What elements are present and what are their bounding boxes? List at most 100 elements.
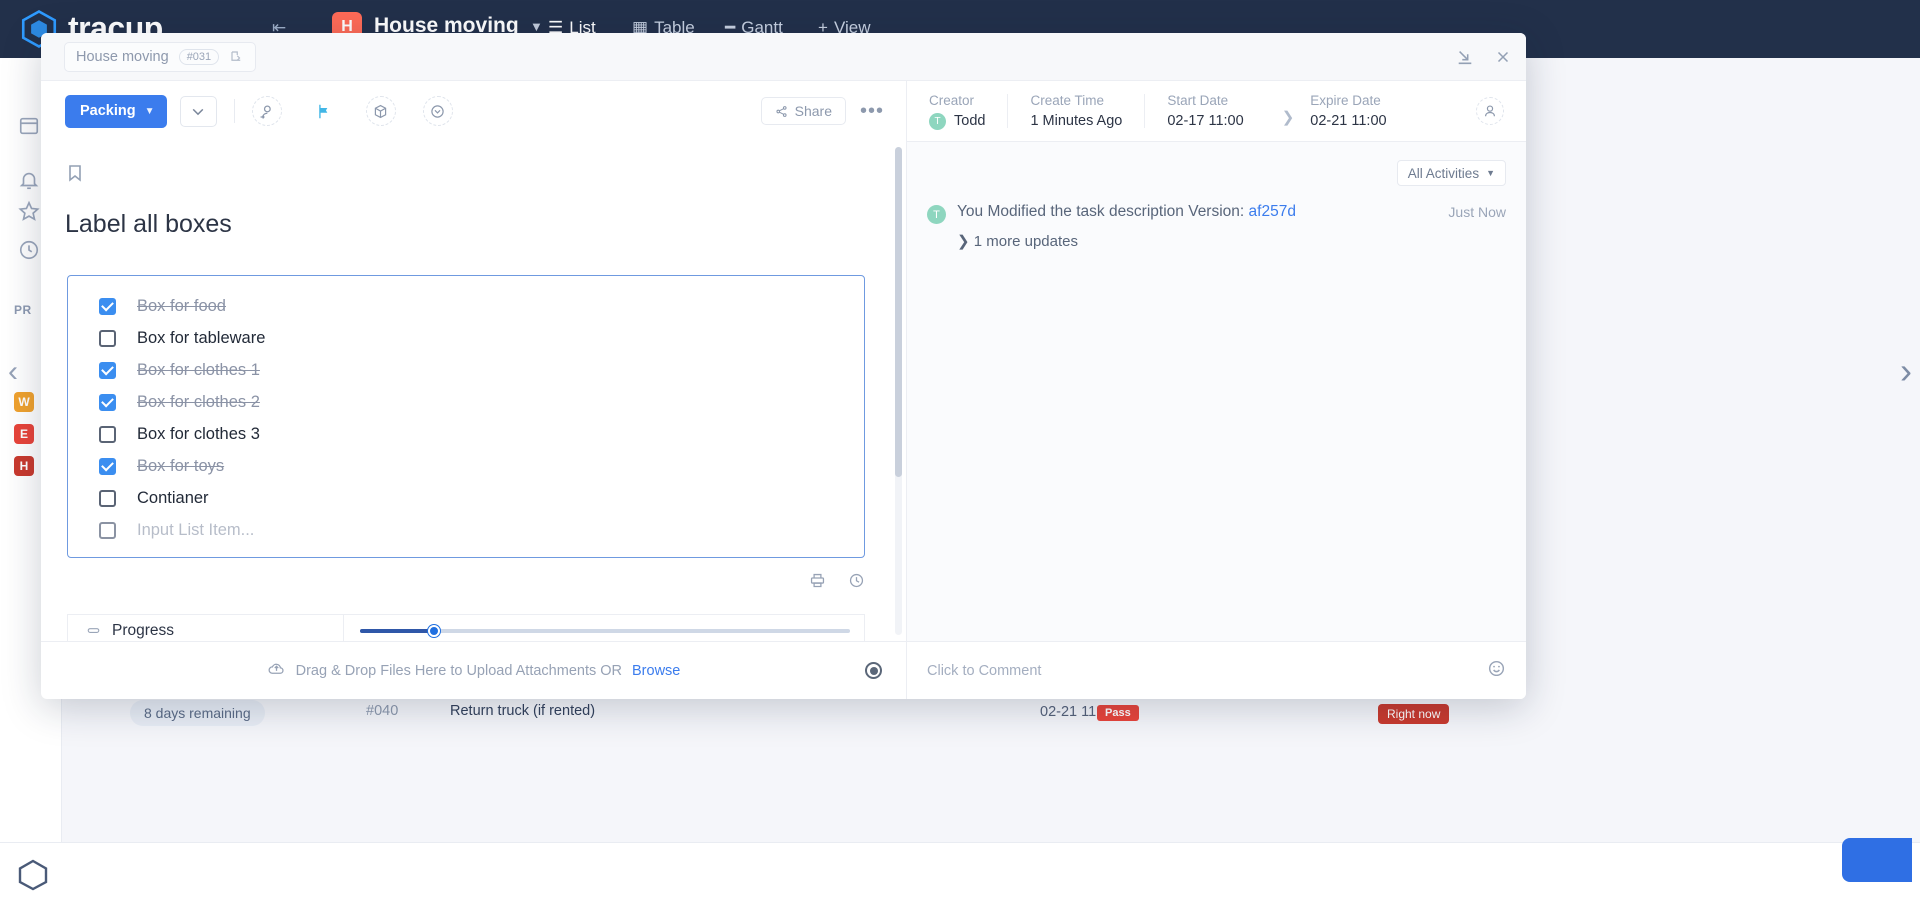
box-icon[interactable] bbox=[366, 96, 396, 126]
activity-timestamp: Just Now bbox=[1448, 204, 1506, 220]
drop-zone[interactable]: Drag & Drop Files Here to Upload Attachm… bbox=[267, 659, 681, 682]
field-value bbox=[344, 615, 866, 641]
checkbox[interactable] bbox=[99, 330, 116, 347]
browse-link[interactable]: Browse bbox=[632, 663, 680, 679]
avatar: T bbox=[927, 205, 946, 224]
task-content-scroll: Label all boxes Box for food Box for tab… bbox=[41, 141, 906, 641]
checklist-item[interactable]: Box for toys bbox=[68, 454, 864, 479]
checklist-item[interactable]: Box for clothes 2 bbox=[68, 390, 864, 415]
status-dropdown[interactable]: Packing ▼ bbox=[65, 95, 167, 128]
checklist-input-placeholder[interactable]: Input List Item... bbox=[137, 521, 254, 540]
activity-version-link[interactable]: af257d bbox=[1249, 203, 1296, 220]
row-title[interactable]: Return truck (if rented) bbox=[450, 703, 595, 719]
activity-more-updates[interactable]: ❯ 1 more updates bbox=[957, 232, 1506, 250]
modal-body: Packing ▼ bbox=[41, 81, 1526, 699]
record-icon[interactable] bbox=[865, 662, 882, 679]
task-content: Label all boxes Box for food Box for tab… bbox=[41, 141, 906, 641]
slider-fill bbox=[360, 629, 434, 633]
checkbox[interactable] bbox=[99, 490, 116, 507]
meta-value: 02-17 11:00 bbox=[1167, 113, 1243, 129]
print-icon[interactable] bbox=[809, 572, 826, 594]
prev-task-arrow[interactable]: ‹ bbox=[8, 355, 18, 389]
activity-pane: Creator T Todd Create Time 1 Minutes Ago… bbox=[907, 81, 1526, 699]
clock-icon[interactable] bbox=[18, 239, 40, 261]
toolbar-divider bbox=[234, 99, 235, 123]
share-label: Share bbox=[795, 103, 832, 119]
checklist-item-label: Box for toys bbox=[137, 457, 224, 476]
breadcrumb-task-id: #031 bbox=[179, 49, 219, 65]
checklist-item[interactable]: Box for food bbox=[68, 294, 864, 319]
meta-value: 1 Minutes Ago bbox=[1030, 113, 1122, 129]
meta-divider bbox=[1144, 94, 1145, 128]
checkbox[interactable] bbox=[99, 362, 116, 379]
drop-text: Drag & Drop Files Here to Upload Attachm… bbox=[296, 663, 622, 679]
checkbox[interactable] bbox=[99, 298, 116, 315]
checklist-item-label: Contianer bbox=[137, 489, 209, 508]
meta-expire-date[interactable]: Expire Date 02-21 11:00 bbox=[1310, 93, 1408, 129]
activity-filter-label: All Activities bbox=[1408, 166, 1479, 181]
checklist-new-item[interactable]: Input List Item... bbox=[68, 518, 864, 543]
checkbox[interactable] bbox=[99, 426, 116, 443]
comment-footer: Click to Comment bbox=[907, 641, 1526, 699]
hexagon-icon[interactable] bbox=[16, 858, 50, 892]
checkbox[interactable] bbox=[99, 522, 116, 539]
mark-complete-button[interactable] bbox=[180, 96, 217, 127]
checklist-item[interactable]: Box for clothes 3 bbox=[68, 422, 864, 447]
modal-header: House moving #031 bbox=[41, 33, 1526, 81]
rail-section-label: PR bbox=[14, 303, 32, 317]
bookmark-icon[interactable] bbox=[65, 163, 884, 188]
more-circle-icon[interactable] bbox=[423, 96, 453, 126]
checkbox[interactable] bbox=[99, 458, 116, 475]
status-label: Packing bbox=[80, 103, 136, 119]
bell-icon[interactable] bbox=[18, 169, 40, 191]
checklist-item[interactable]: Box for tableware bbox=[68, 326, 864, 351]
vertical-scrollbar[interactable] bbox=[895, 147, 902, 635]
breadcrumb[interactable]: House moving #031 bbox=[64, 42, 256, 72]
field-row-progress: Progress bbox=[68, 615, 864, 641]
app-bottom-bar bbox=[0, 842, 1920, 902]
cloud-upload-icon bbox=[267, 659, 286, 682]
rail-item-e[interactable]: E bbox=[14, 424, 34, 444]
progress-slider[interactable] bbox=[360, 629, 850, 633]
scrollbar-thumb[interactable] bbox=[895, 147, 902, 477]
rail-item-w[interactable]: W bbox=[14, 392, 34, 412]
flag-icon[interactable] bbox=[309, 96, 339, 126]
slider-knob[interactable] bbox=[428, 625, 440, 637]
meta-start-date[interactable]: Start Date 02-17 11:00 bbox=[1167, 93, 1265, 129]
meta-key: Creator bbox=[929, 93, 985, 108]
row-id: #040 bbox=[366, 703, 398, 719]
open-in-new-icon[interactable] bbox=[229, 49, 244, 64]
assign-user-icon[interactable] bbox=[252, 96, 282, 126]
chevron-down-icon: ▼ bbox=[1486, 168, 1495, 178]
chevron-down-icon[interactable]: ▼ bbox=[530, 19, 543, 34]
close-icon[interactable] bbox=[1494, 48, 1512, 66]
meta-creator: Creator T Todd bbox=[929, 93, 1007, 130]
more-options-button[interactable]: ••• bbox=[860, 105, 884, 117]
chevron-down-icon: ▼ bbox=[145, 106, 155, 117]
star-icon[interactable] bbox=[18, 200, 40, 222]
field-label: Progress bbox=[68, 615, 344, 641]
next-task-arrow[interactable]: › bbox=[1900, 350, 1912, 392]
meta-key: Expire Date bbox=[1310, 93, 1386, 108]
checklist-item[interactable]: Contianer bbox=[68, 486, 864, 511]
floating-action-button[interactable] bbox=[1842, 838, 1912, 882]
dashboard-icon[interactable] bbox=[18, 115, 40, 137]
row-pass-badge: Pass bbox=[1097, 705, 1139, 721]
minimize-icon[interactable] bbox=[1456, 48, 1474, 66]
checklist-item[interactable]: Box for clothes 1 bbox=[68, 358, 864, 383]
checkbox[interactable] bbox=[99, 394, 116, 411]
history-icon[interactable] bbox=[848, 572, 865, 594]
activity-filter-dropdown[interactable]: All Activities ▼ bbox=[1397, 160, 1506, 186]
share-button[interactable]: Share bbox=[761, 97, 846, 125]
rail-item-h[interactable]: H bbox=[14, 456, 34, 476]
toolbar-right: Share ••• bbox=[761, 97, 884, 125]
checklist-item-label: Box for clothes 1 bbox=[137, 361, 260, 380]
avatar: T bbox=[929, 113, 946, 130]
checklist-item-label: Box for food bbox=[137, 297, 226, 316]
add-person-icon[interactable] bbox=[1476, 97, 1504, 125]
comment-input[interactable]: Click to Comment bbox=[927, 663, 1041, 679]
emoji-icon[interactable] bbox=[1487, 659, 1506, 683]
page-title[interactable]: Label all boxes bbox=[65, 210, 884, 239]
checklist-item-label: Box for clothes 3 bbox=[137, 425, 260, 444]
meta-create-time: Create Time 1 Minutes Ago bbox=[1030, 93, 1144, 129]
